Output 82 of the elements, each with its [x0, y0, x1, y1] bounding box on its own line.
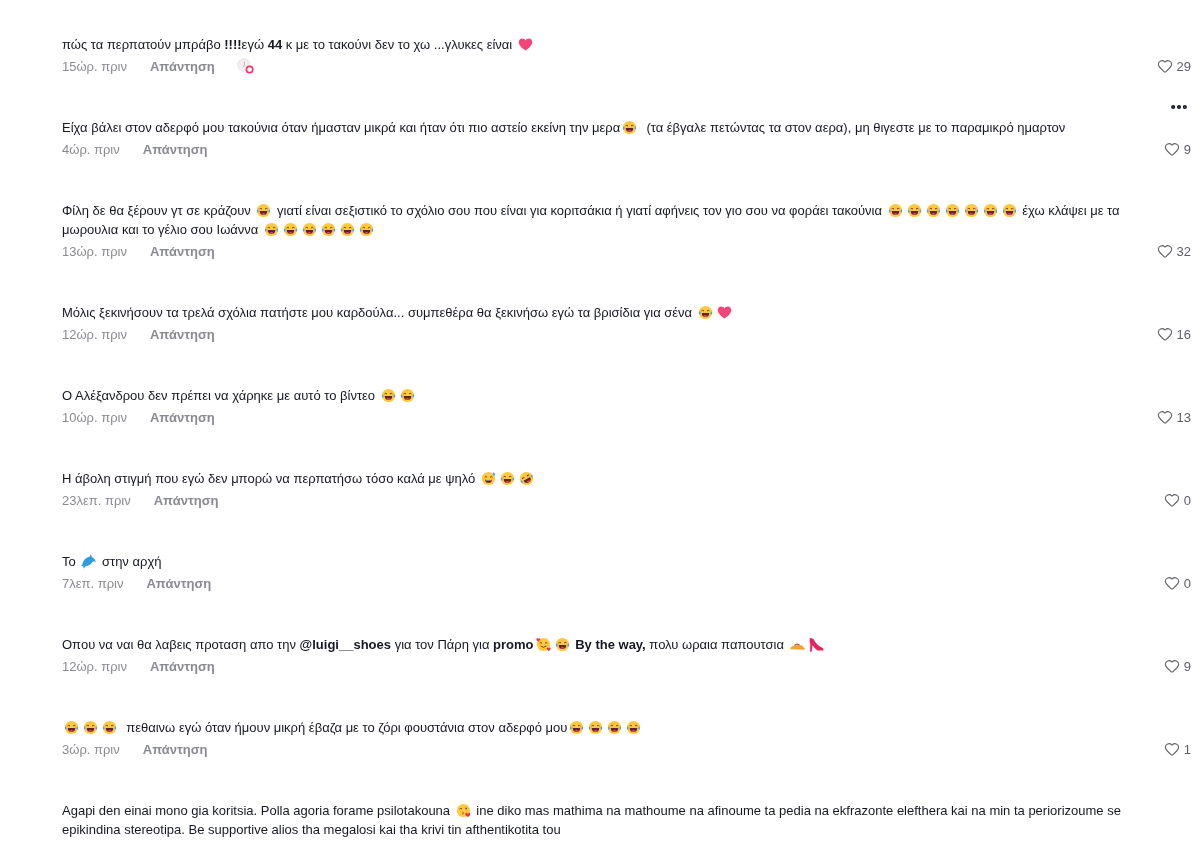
- reply-button[interactable]: Απάντηση: [153, 492, 219, 508]
- laughing-face-icon: [282, 222, 298, 237]
- reply-button[interactable]: Απάντηση: [142, 141, 208, 157]
- comment-text: Μόλις ξεκινήσουν τα τρελά σχόλια πατήστε μου καρδούλα... συμπεθέρα θα ξεκινήσω εγώ τα βρισίδια για σένα: [62, 303, 1160, 322]
- comment-time: 3ώρ. πριν: [62, 741, 120, 757]
- like-button[interactable]: 9: [1163, 141, 1191, 157]
- comment-text: πώς τα περπατούν μπράβο !!!!εγώ 44 κ με το τακούνι δεν το χω ...γλυκες είναι: [62, 35, 1160, 54]
- comment-time: 12ώρ. πριν: [62, 658, 127, 674]
- sweat-smile-face-icon: [480, 471, 496, 486]
- sandal-icon: [789, 643, 805, 650]
- heart-icon: [517, 37, 533, 52]
- laughing-face-icon: [83, 720, 98, 735]
- dolphin-icon: [81, 554, 97, 569]
- heart-outline-icon: [1163, 575, 1180, 591]
- comment-text: Ο Αλέξανδρου δεν πρέπει να χάρηκε με αυτό το βίντεο: [62, 386, 1160, 405]
- laughing-face-icon: [982, 203, 998, 218]
- comment-time: 23λεπ. πριν: [62, 492, 131, 508]
- like-button[interactable]: 9: [1163, 658, 1191, 674]
- comment-text: Οπου να ναι θα λαβεις προταση απο την @luigi__shoes για τον Πάρη για promo By the way, πολυ ωραια παπουτσια: [62, 635, 1160, 654]
- laughing-face-icon: [499, 471, 515, 486]
- heart-outline-icon: [1156, 58, 1173, 74]
- laughing-face-icon: [256, 203, 272, 218]
- laughing-face-icon: [358, 222, 374, 237]
- comment-time: 4ώρ. πριν: [62, 141, 120, 157]
- comment-text: πεθαινω εγώ όταν ήμουν μικρή έβαζα με το ζόρι φουστάνια στον αδερφό μου: [62, 718, 1160, 737]
- comment-time: 12ώρ. πριν: [62, 326, 127, 342]
- heart-outline-icon: [1163, 658, 1180, 674]
- comment-text: Agapi den einai mono gia koritsia. Polla agoria forame psilotakouna ine diko mas mathima na mathoume na afinoume ta pedia na ekfrazonte elefthera kai na min ta periorizoume se epikindina stereotipa. Be supportive alios tha megalosi kai tha krivi tin afthentikotita tou: [62, 802, 1122, 839]
- like-button[interactable]: 13: [1156, 409, 1191, 425]
- like-button[interactable]: 32: [1156, 243, 1191, 259]
- comment-time: 7λεπ. πριν: [62, 575, 124, 591]
- heart-outline-icon: [1156, 243, 1173, 259]
- reply-button[interactable]: Απάντηση: [150, 243, 215, 259]
- laughing-face-icon: [588, 720, 604, 735]
- laughing-face-icon: [944, 203, 960, 218]
- reply-button[interactable]: Απάντηση: [150, 658, 215, 674]
- rolling-laughing-face-icon: [518, 471, 534, 486]
- reply-button[interactable]: Απάντηση: [150, 58, 215, 74]
- laughing-face-icon: [906, 203, 922, 218]
- comment-text: Φίλη δε θα ξέρουν γτ σε κράζουν γιατί είναι σεξιστικό το σχόλιο σου που είναι για κοριτσάκια ή γιατί αφήνεις τον γιο σου να φοράει τακούνια έχω κλάψει με τα μωρουλια και το γέλιο σου Ιωάννα: [62, 202, 1121, 239]
- heart-outline-icon: [1156, 409, 1173, 425]
- reply-button[interactable]: Απάντηση: [142, 741, 208, 757]
- reply-button[interactable]: Απάντηση: [146, 575, 212, 591]
- laughing-face-icon: [622, 120, 638, 135]
- laughing-face-icon: [925, 203, 941, 218]
- laughing-face-icon: [697, 305, 713, 320]
- laughing-face-icon: [102, 720, 117, 735]
- laughing-face-icon: [963, 203, 979, 218]
- heart-icon: [716, 305, 732, 320]
- kissing-face-icon: [455, 803, 471, 818]
- heart-outline-icon: [1163, 492, 1180, 508]
- heart-outline-icon: [1163, 141, 1180, 157]
- comment-text: Το στην αρχή: [62, 553, 163, 571]
- comment-text: Η άβολη στιγμή που εγώ δεν μπορώ να περπατήσω τόσο καλά με ψηλό: [62, 469, 1160, 488]
- laughing-face-icon: [339, 222, 355, 237]
- comment-time: 15ώρ. πριν: [62, 58, 127, 74]
- laughing-face-icon: [263, 222, 279, 237]
- like-button[interactable]: 16: [1156, 326, 1191, 342]
- laughing-face-icon: [399, 388, 415, 403]
- heart-outline-icon: [1163, 741, 1180, 757]
- high-heel-icon: [808, 637, 824, 652]
- laughing-face-icon: [569, 720, 585, 735]
- reply-button[interactable]: Απάντηση: [150, 326, 215, 342]
- like-button[interactable]: 1: [1163, 741, 1191, 757]
- heart-outline-icon: [1156, 326, 1173, 342]
- laughing-face-icon: [380, 388, 396, 403]
- laughing-face-icon: [607, 720, 623, 735]
- laughing-face-icon: [1001, 203, 1017, 218]
- reply-button[interactable]: Απάντηση: [150, 409, 215, 425]
- like-button[interactable]: 0: [1163, 575, 1191, 591]
- comment-time: 10ώρ. πριν: [62, 409, 127, 425]
- comment-text: Είχα βάλει στον αδερφό μου τακούνια όταν ήμασταν μικρά και ήταν ότι πιο αστείο εκείνη την μερα (τα έβγαλε πετώντας τα στον αερα), μη θιγεστε με το παραμικρό ημαρτον: [62, 119, 1067, 137]
- comment-time: 13ώρ. πριν: [62, 243, 127, 259]
- laughing-face-icon: [320, 222, 336, 237]
- like-button[interactable]: 29: [1156, 58, 1191, 74]
- like-button[interactable]: 0: [1163, 492, 1191, 508]
- laughing-face-icon: [626, 720, 642, 735]
- laughing-face-icon: [554, 637, 570, 652]
- laughing-face-icon: [887, 203, 903, 218]
- laughing-face-icon: [64, 720, 79, 735]
- laughing-face-icon: [301, 222, 317, 237]
- smiling-face-hearts-icon: [535, 637, 551, 652]
